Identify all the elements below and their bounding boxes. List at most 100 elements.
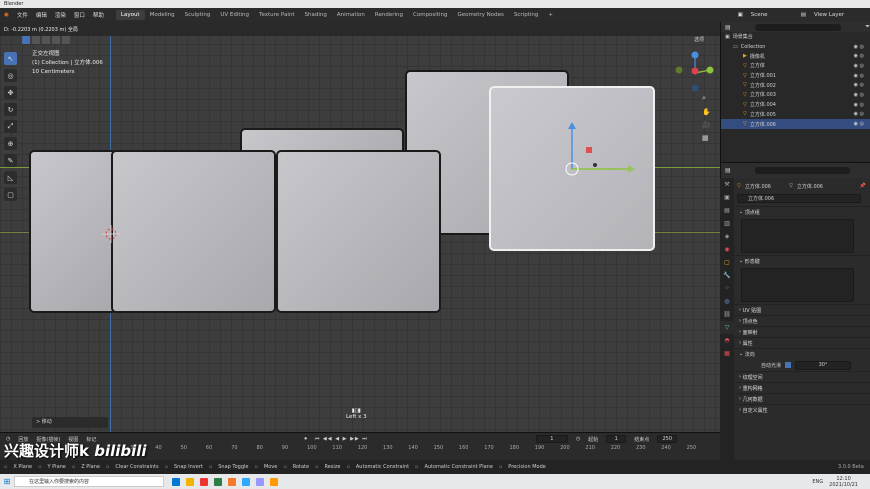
rotate-icon[interactable]: ↻	[4, 103, 17, 116]
panel-uv-maps[interactable]: › UV 贴图	[735, 304, 870, 315]
measure-icon[interactable]: ◺	[4, 171, 17, 184]
outliner-item-cube-002[interactable]: ▽ 立方体.002 ◉ ◎	[721, 80, 870, 90]
tool-tab-icon[interactable]: ⚒	[720, 178, 734, 191]
menu-edit[interactable]: 编辑	[32, 11, 51, 19]
visibility-eye-icon[interactable]: ◉ ◎	[854, 63, 864, 69]
output-tab-icon[interactable]: ▤	[720, 204, 734, 217]
cube-003[interactable]	[276, 150, 441, 313]
visibility-eye-icon[interactable]: ◉ ◎	[854, 92, 864, 98]
visibility-eye-icon[interactable]: ◉ ◎	[854, 82, 864, 88]
select-subtract-icon[interactable]	[42, 36, 50, 44]
visibility-eye-icon[interactable]: ◉ ◎	[854, 121, 864, 127]
move-gizmo[interactable]	[540, 117, 650, 187]
render-tab-icon[interactable]: ▣	[720, 191, 734, 204]
visibility-eye-icon[interactable]: ◉ ◎	[854, 111, 864, 117]
record-button[interactable]: ⏺	[304, 436, 307, 442]
pan-hand-icon[interactable]: ✋	[702, 108, 711, 116]
menu-render[interactable]: 渲染	[51, 11, 70, 19]
mesh-data-tab-icon[interactable]: ▽	[720, 321, 734, 334]
properties-editor-icon[interactable]: ▤	[725, 167, 731, 174]
start-frame-field[interactable]: 1	[606, 435, 627, 443]
outliner-item-cube-005[interactable]: ▽ 立方体.005 ◉ ◎	[721, 110, 870, 120]
view-layer-selector[interactable]: View Layer	[810, 12, 870, 18]
visibility-eye-icon[interactable]: ◉ ◎	[854, 53, 864, 59]
auto-smooth-checkbox[interactable]	[785, 362, 792, 368]
scene-tab-icon[interactable]: ◈	[720, 230, 734, 243]
transform-icon[interactable]: ⊕	[4, 137, 17, 150]
visibility-eye-icon[interactable]: ◉ ◎	[854, 73, 864, 79]
panel-attributes[interactable]: › 属性	[735, 337, 870, 348]
3d-cursor-icon[interactable]	[102, 225, 120, 243]
tab-modeling[interactable]: Modeling	[145, 10, 180, 20]
tab-sculpting[interactable]: Sculpting	[180, 10, 216, 20]
properties-editor[interactable]: ▤ ▽ 立方体.006 ▽ 立方体.006 📌 立方体.006 ⌄ 顶点组 ⌄ …	[720, 162, 870, 460]
view-layer-tab-icon[interactable]: ▥	[720, 217, 734, 230]
grid-toggle-icon[interactable]: ▦	[702, 134, 711, 142]
collection-row[interactable]: ▭ Collection ◉ ◎	[721, 42, 870, 52]
tab-compositing[interactable]: Compositing	[408, 10, 452, 20]
properties-search-input[interactable]	[754, 167, 850, 174]
panel-face-maps[interactable]: › 面映射	[735, 326, 870, 337]
menu-help[interactable]: 帮助	[89, 11, 108, 19]
panel-geometry-data[interactable]: › 几何数据	[735, 393, 870, 404]
premiere-icon[interactable]	[256, 477, 264, 486]
explorer-icon[interactable]	[186, 477, 194, 486]
mesh-name-field[interactable]: 立方体.006	[737, 194, 861, 203]
taskbar-lang[interactable]: ENG	[812, 479, 823, 485]
outliner-item-camera[interactable]: ▶ 摄像机 ◉ ◎	[721, 51, 870, 61]
annotate-icon[interactable]: ✎	[4, 154, 17, 167]
3d-viewport[interactable]: D: -0.2203 m (0.2203 m) 全局 选项 正交左视图 (1) …	[0, 22, 720, 432]
chrome-icon[interactable]	[200, 477, 208, 486]
tab-scripting[interactable]: Scripting	[509, 10, 543, 20]
move-icon[interactable]: ✥	[4, 86, 17, 99]
world-tab-icon[interactable]: ◉	[720, 243, 734, 256]
auto-smooth-angle-field[interactable]: 30°	[795, 360, 852, 370]
outliner-item-cube-004[interactable]: ▽ 立方体.004 ◉ ◎	[721, 100, 870, 110]
edge-icon[interactable]	[172, 477, 180, 486]
filter-icon[interactable]: ⏷	[865, 23, 870, 31]
panel-vertex-groups[interactable]: ⌄ 顶点组	[735, 206, 870, 217]
select-intersect-icon[interactable]	[62, 36, 70, 44]
particles-tab-icon[interactable]: ⁘	[720, 282, 734, 295]
vertex-groups-list[interactable]	[741, 219, 854, 253]
excel-icon[interactable]	[214, 477, 222, 486]
blender-logo-icon[interactable]: ◉	[0, 12, 13, 18]
panel-shape-keys[interactable]: ⌄ 形态键	[735, 255, 870, 266]
tab-rendering[interactable]: Rendering	[370, 10, 408, 20]
tab-uv-editing[interactable]: UV Editing	[215, 10, 254, 20]
illustrator-icon[interactable]	[270, 477, 278, 486]
blender-taskbar-icon[interactable]	[228, 477, 236, 486]
current-frame-field[interactable]: 1	[535, 435, 568, 443]
operator-panel[interactable]: > 移动	[32, 417, 108, 428]
pin-icon[interactable]: 📌	[860, 183, 866, 189]
panel-remesh[interactable]: › 重构网格	[735, 382, 870, 393]
material-tab-icon[interactable]: ◓	[720, 334, 734, 347]
constraints-tab-icon[interactable]: ⛓	[720, 308, 734, 321]
menu-window[interactable]: 窗口	[70, 11, 89, 19]
texture-tab-icon[interactable]: ▦	[720, 347, 734, 360]
scene-selector[interactable]: Scene	[747, 12, 797, 18]
panel-normals[interactable]: ⌄ 法向	[735, 348, 870, 359]
tab-layout[interactable]: Layout	[115, 10, 145, 20]
panel-texture-space[interactable]: › 纹理空间	[735, 371, 870, 382]
shape-keys-list[interactable]	[741, 268, 854, 302]
menu-file[interactable]: 文件	[13, 11, 32, 19]
outliner-item-cube-001[interactable]: ▽ 立方体.001 ◉ ◎	[721, 71, 870, 81]
outliner-item-cube[interactable]: ▽ 立方体 ◉ ◎	[721, 61, 870, 71]
object-tab-icon[interactable]: ▢	[720, 256, 734, 269]
camera-view-icon[interactable]: 🎥	[702, 121, 711, 129]
tab-texture-paint[interactable]: Texture Paint	[254, 10, 300, 20]
navigation-gizmo[interactable]	[672, 50, 718, 96]
modifier-tab-icon[interactable]: 🔧	[720, 269, 734, 282]
end-frame-field[interactable]: 250	[657, 435, 678, 443]
outliner-item-cube-003[interactable]: ▽ 立方体.003 ◉ ◎	[721, 90, 870, 100]
playback-controls[interactable]: ⏮ ◀◀ ◀ ▶ ▶▶ ⏭	[315, 436, 368, 442]
cube-002[interactable]	[111, 150, 276, 313]
zoom-icon[interactable]: ⌕	[702, 94, 711, 103]
viewport-options-button[interactable]: 选项	[694, 36, 704, 43]
panel-custom-properties[interactable]: › 自定义属性	[735, 404, 870, 415]
select-box-icon[interactable]: ↖	[4, 52, 17, 65]
taskbar-search-input[interactable]: 在这里输入你要搜索的内容	[14, 476, 164, 487]
photoshop-icon[interactable]	[242, 477, 250, 486]
visibility-eye-icon[interactable]: ◉ ◎	[854, 102, 864, 108]
